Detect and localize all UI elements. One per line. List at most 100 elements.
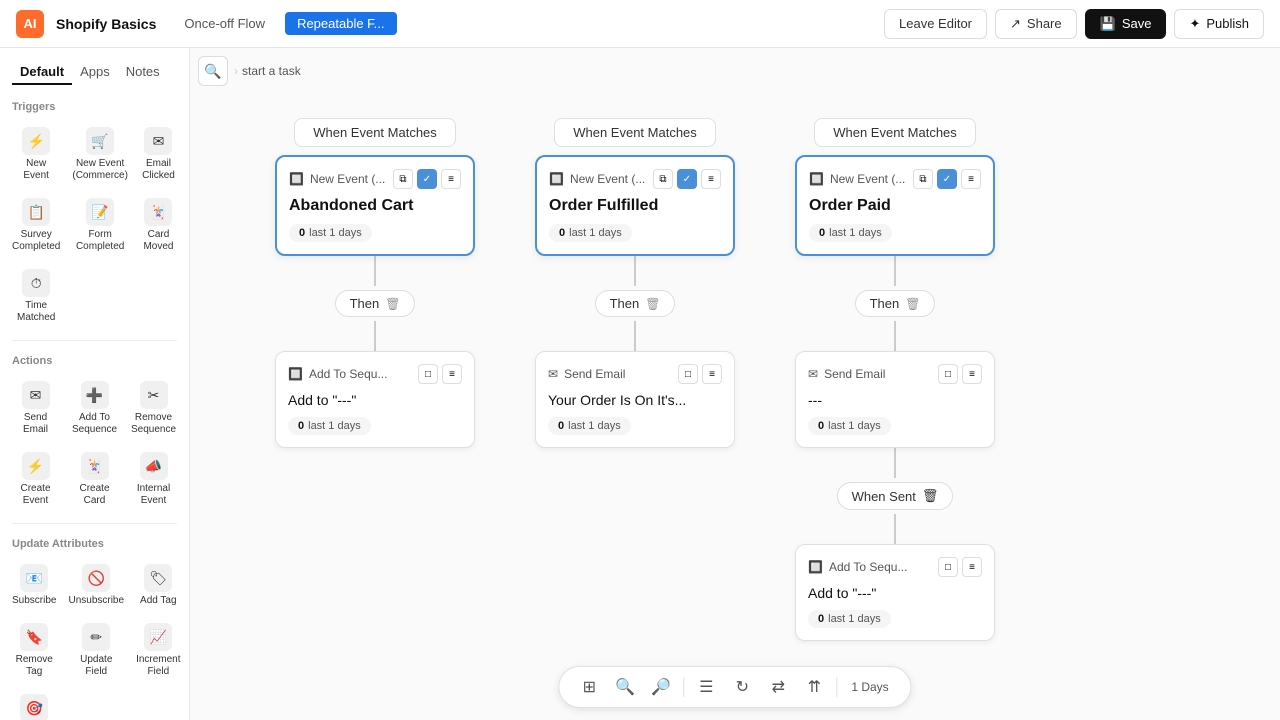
action-card-1[interactable]: 🔲 Add To Sequ... □ ≡ Add to "---" 0 last… xyxy=(275,351,475,448)
update-attributes-label: Update Attributes xyxy=(0,530,189,554)
sidebar-item-increment-field[interactable]: 📈 Increment Field xyxy=(132,617,184,684)
then-button-1[interactable]: Then 🗑 xyxy=(335,290,416,317)
action-1-menu-btn[interactable]: ≡ xyxy=(442,364,462,384)
sub-action-3-toggle-btn[interactable]: □ xyxy=(938,557,958,577)
event-card-1[interactable]: 🔲 New Event (... ⧉ ✓ ≡ Abandoned Cart 0 … xyxy=(275,155,475,256)
event-card-3[interactable]: 🔲 New Event (... ⧉ ✓ ≡ Order Paid 0 last xyxy=(795,155,995,256)
event-2-copy-btn[interactable]: ⧉ xyxy=(653,169,673,189)
event-3-copy-btn[interactable]: ⧉ xyxy=(913,169,933,189)
sidebar-item-add-tag[interactable]: 🏷 Add Tag xyxy=(132,558,184,613)
connector-2b xyxy=(634,321,636,351)
bottom-days-label: 1 Days xyxy=(845,680,894,694)
action-card-3-type: Send Email xyxy=(824,367,932,381)
action-3-toggle-btn[interactable]: □ xyxy=(938,364,958,384)
bottom-tool-zoom-in[interactable]: 🔍 xyxy=(611,673,639,701)
subscribe-icon: 📧 xyxy=(20,564,48,592)
sidebar-item-subscribe[interactable]: 📧 Subscribe xyxy=(8,558,60,613)
bottom-tool-list[interactable]: ☰ xyxy=(692,673,720,701)
once-off-tab[interactable]: Once-off Flow xyxy=(172,12,277,35)
form-completed-icon: 📝 xyxy=(86,198,114,226)
then-button-3[interactable]: Then 🗑 xyxy=(855,290,936,317)
update-attributes-grid: 📧 Subscribe 🚫 Unsubscribe 🏷 Add Tag 🔖 Re… xyxy=(0,554,189,720)
share-icon: ↗ xyxy=(1010,16,1021,32)
event-3-menu-btn[interactable]: ≡ xyxy=(961,169,981,189)
bottom-tool-merge[interactable]: ⇄ xyxy=(764,673,792,701)
sidebar-tab-notes[interactable]: Notes xyxy=(118,60,168,85)
action-card-3[interactable]: ✉ Send Email □ ≡ --- 0 last 1 days xyxy=(795,351,995,448)
sub-action-card-3-stat: 0 last 1 days xyxy=(808,610,891,628)
action-card-3-stat: 0 last 1 days xyxy=(808,417,891,435)
event-3-toggle-btn[interactable]: ✓ xyxy=(937,169,957,189)
event-card-1-type: New Event (... xyxy=(310,172,387,186)
sidebar-item-mark-goal[interactable]: 🎯 Mark Goal xyxy=(8,688,60,720)
bottom-tool-share[interactable]: ⇈ xyxy=(800,673,828,701)
action-card-1-actions: □ ≡ xyxy=(418,364,462,384)
sidebar-item-update-field[interactable]: ✏ Update Field xyxy=(64,617,128,684)
sidebar-item-new-event-commerce[interactable]: 🛒 New Event (Commerce) xyxy=(68,121,132,188)
bottom-tool-grid[interactable]: ⊞ xyxy=(575,673,603,701)
event-1-toggle-btn[interactable]: ✓ xyxy=(417,169,437,189)
sidebar-item-unsubscribe[interactable]: 🚫 Unsubscribe xyxy=(64,558,128,613)
sidebar-item-create-event[interactable]: ⚡ Create Event xyxy=(8,446,63,513)
sidebar-item-create-card[interactable]: 🃏 Create Card xyxy=(67,446,122,513)
sub-action-card-3-icon: 🔲 xyxy=(808,560,823,574)
sidebar-item-card-moved[interactable]: 🃏 Card Moved xyxy=(136,192,181,259)
publish-button[interactable]: ✦ Publish xyxy=(1174,9,1264,39)
sidebar-item-new-event[interactable]: ⚡ New Event xyxy=(8,121,64,188)
search-icon: 🔍 xyxy=(204,63,221,80)
sidebar-item-remove-sequence[interactable]: ✂ Remove Sequence xyxy=(126,375,181,442)
event-card-3-name: Order Paid xyxy=(809,197,981,215)
action-1-toggle-btn[interactable]: □ xyxy=(418,364,438,384)
action-card-1-icon: 🔲 xyxy=(288,367,303,381)
sub-action-3-menu-btn[interactable]: ≡ xyxy=(962,557,982,577)
divider-2 xyxy=(12,523,177,524)
app-title: Shopify Basics xyxy=(56,16,156,32)
bottom-tool-flow[interactable]: ↻ xyxy=(728,673,756,701)
sidebar-item-email-clicked[interactable]: ✉ Email Clicked xyxy=(136,121,181,188)
when-sent-button[interactable]: When Sent 🗑 xyxy=(837,482,954,510)
event-card-2-icon: 🔲 xyxy=(549,172,564,186)
when-event-matches-3: When Event Matches xyxy=(814,118,976,147)
event-2-menu-btn[interactable]: ≡ xyxy=(701,169,721,189)
sidebar-item-send-email[interactable]: ✉ Send Email xyxy=(8,375,63,442)
action-card-3-actions: □ ≡ xyxy=(938,364,982,384)
add-tag-icon: 🏷 xyxy=(144,564,172,592)
event-card-1-icon: 🔲 xyxy=(289,172,304,186)
unsubscribe-icon: 🚫 xyxy=(82,564,110,592)
action-card-1-header: 🔲 Add To Sequ... □ ≡ xyxy=(288,364,462,384)
leave-editor-button[interactable]: Leave Editor xyxy=(884,9,987,39)
event-2-toggle-btn[interactable]: ✓ xyxy=(677,169,697,189)
sidebar-item-add-to-sequence[interactable]: ➕ Add To Sequence xyxy=(67,375,122,442)
share-button[interactable]: ↗ Share xyxy=(995,9,1077,39)
event-card-2-actions: ⧉ ✓ ≡ xyxy=(653,169,721,189)
create-card-icon: 🃏 xyxy=(81,452,109,480)
action-card-1-name: Add to "---" xyxy=(288,392,462,408)
action-3-menu-btn[interactable]: ≡ xyxy=(962,364,982,384)
save-button[interactable]: 💾 Save xyxy=(1085,9,1167,39)
then-button-2[interactable]: Then 🗑 xyxy=(595,290,676,317)
sub-action-card-3-type: Add To Sequ... xyxy=(829,560,932,574)
sidebar-item-form-completed[interactable]: 📝 Form Completed xyxy=(68,192,132,259)
sub-action-card-3[interactable]: 🔲 Add To Sequ... □ ≡ Add to "---" 0 last… xyxy=(795,544,995,641)
flow-column-1: When Event Matches 🔲 New Event (... ⧉ ✓ … xyxy=(270,118,480,448)
sub-action-card-3-stat-label: last 1 days xyxy=(828,613,881,625)
sidebar-item-survey-completed[interactable]: 📋 Survey Completed xyxy=(8,192,64,259)
action-card-2-header: ✉ Send Email □ ≡ xyxy=(548,364,722,384)
canvas-search-button[interactable]: 🔍 xyxy=(198,56,228,86)
action-2-toggle-btn[interactable]: □ xyxy=(678,364,698,384)
sidebar-item-time-matched[interactable]: ⏱ Time Matched xyxy=(8,263,64,330)
sidebar-tab-default[interactable]: Default xyxy=(12,60,72,85)
repeatable-tab[interactable]: Repeatable F... xyxy=(285,12,396,35)
bottom-tool-zoom-out[interactable]: 🔎 xyxy=(647,673,675,701)
flow-canvas: 🔍 › start a task When Event Matches 🔲 Ne… xyxy=(190,48,1280,720)
event-card-3-header: 🔲 New Event (... ⧉ ✓ ≡ xyxy=(809,169,981,189)
sidebar-tab-apps[interactable]: Apps xyxy=(72,60,118,85)
event-1-copy-btn[interactable]: ⧉ xyxy=(393,169,413,189)
sidebar-item-remove-tag[interactable]: 🔖 Remove Tag xyxy=(8,617,60,684)
connector-3d xyxy=(894,514,896,544)
action-card-2[interactable]: ✉ Send Email □ ≡ Your Order Is On It's..… xyxy=(535,351,735,448)
event-1-menu-btn[interactable]: ≡ xyxy=(441,169,461,189)
sidebar-item-internal-event[interactable]: 📣 Internal Event xyxy=(126,446,181,513)
event-card-2[interactable]: 🔲 New Event (... ⧉ ✓ ≡ Order Fulfilled 0 xyxy=(535,155,735,256)
action-2-menu-btn[interactable]: ≡ xyxy=(702,364,722,384)
